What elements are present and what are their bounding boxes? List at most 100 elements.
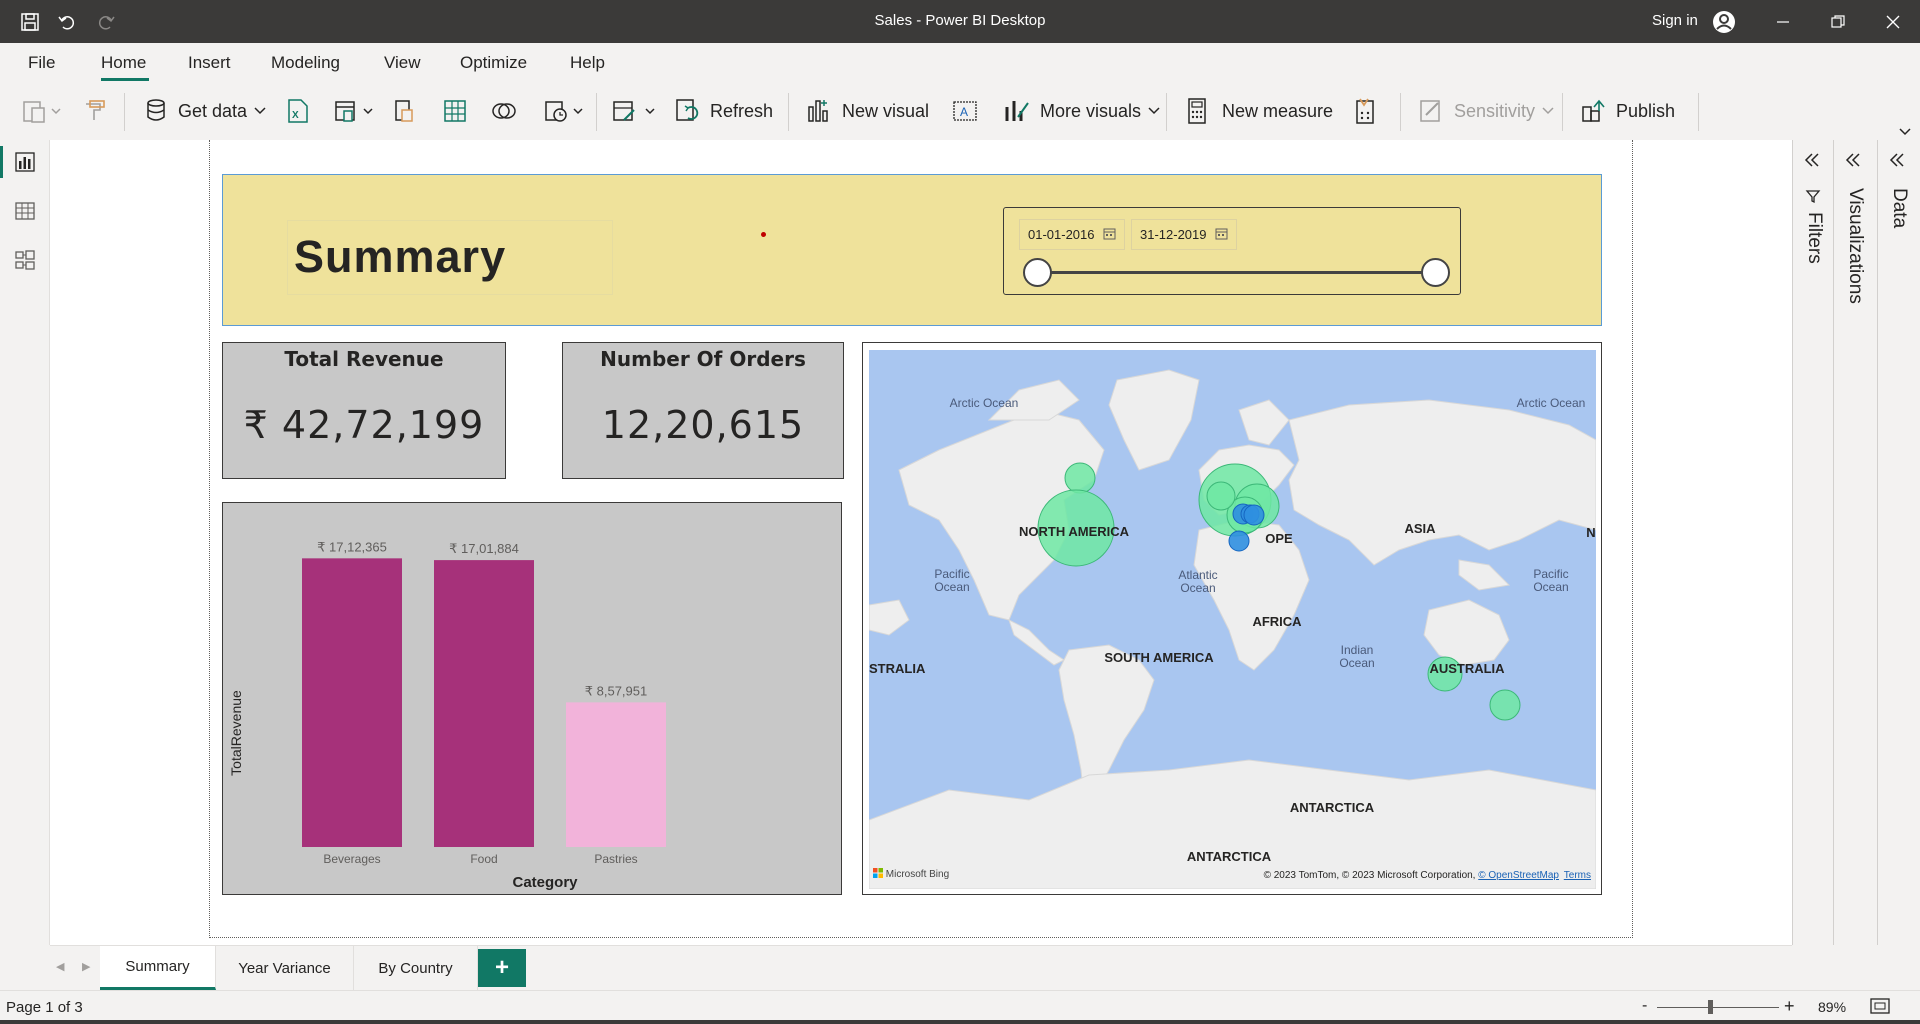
map-label-australia-edge: STRALIA xyxy=(869,661,926,676)
date-range-slicer[interactable]: 01-01-2016 31-12-2019 xyxy=(1003,207,1461,295)
dataverse-icon[interactable] xyxy=(392,96,418,126)
orders-card[interactable]: Number Of Orders 12,20,615 xyxy=(562,342,844,479)
terms-link[interactable]: Terms xyxy=(1564,870,1591,881)
active-menu-underline xyxy=(101,78,149,81)
card-title: Total Revenue xyxy=(284,347,444,371)
menu-insert[interactable]: Insert xyxy=(188,53,231,73)
filter-icon xyxy=(1805,188,1821,209)
minimize-button[interactable] xyxy=(1763,8,1803,36)
new-measure-button[interactable]: New measure xyxy=(1186,96,1333,126)
x-axis-title: Category xyxy=(512,874,578,891)
osm-link[interactable]: © OpenStreetMap xyxy=(1478,870,1559,881)
total-revenue-card[interactable]: Total Revenue ₹ 42,72,199 xyxy=(222,342,506,479)
x-tick-label: Food xyxy=(470,852,497,866)
expand-data-icon[interactable] xyxy=(1888,152,1906,173)
country-map-visual[interactable]: Arctic Ocean Arctic Ocean NORTH AMERICA … xyxy=(862,342,1602,895)
menu-file[interactable]: File xyxy=(28,53,55,73)
map-label-edge: N xyxy=(1586,525,1596,540)
restore-button[interactable] xyxy=(1818,8,1858,36)
add-page-button[interactable]: + xyxy=(478,949,526,987)
slider-end-handle[interactable] xyxy=(1421,258,1450,287)
map-label-australia: AUSTRALIA xyxy=(1429,661,1505,676)
map-label-south-america: SOUTH AMERICA xyxy=(1104,650,1214,665)
title-textbox[interactable]: Summary xyxy=(287,220,613,295)
new-measure-label: New measure xyxy=(1222,100,1334,121)
account-icon[interactable] xyxy=(1712,10,1736,34)
more-visuals-button[interactable]: More visuals xyxy=(1004,96,1161,126)
recent-sources-icon[interactable] xyxy=(490,96,518,126)
new-visual-button[interactable]: New visual xyxy=(806,96,929,126)
window-title: Sales - Power BI Desktop xyxy=(874,12,1046,29)
page-tab-by-country[interactable]: By Country xyxy=(354,946,478,990)
model-view-icon[interactable] xyxy=(11,246,39,274)
page-title: Summary xyxy=(294,231,507,282)
data-pane[interactable]: Data xyxy=(1877,140,1920,945)
table-view-icon[interactable] xyxy=(11,197,39,225)
menu-help[interactable]: Help xyxy=(570,53,605,73)
zoom-slider-thumb[interactable] xyxy=(1708,1000,1713,1014)
start-date-field[interactable]: 01-01-2016 xyxy=(1019,219,1125,250)
dataflow-icon[interactable] xyxy=(334,96,378,126)
ribbon-separator xyxy=(1166,93,1167,131)
menu-view[interactable]: View xyxy=(384,53,421,73)
map-bubble[interactable] xyxy=(1064,462,1096,494)
calendar-icon[interactable] xyxy=(1215,227,1228,243)
map-label-antarctica-lower: ANTARCTICA xyxy=(1186,849,1272,864)
map-bubble[interactable] xyxy=(1489,689,1521,721)
header-banner: Summary 01-01-2016 31-12-2019 xyxy=(222,174,1602,326)
sensitivity-button[interactable]: Sensitivity xyxy=(1418,96,1555,126)
page-tab-summary[interactable]: Summary xyxy=(100,946,216,990)
bing-logo: Microsoft Bing xyxy=(873,868,949,881)
map-label-atlantic: Atlantic Ocean xyxy=(1178,568,1218,595)
map-label-pacific-left: Pacific Ocean xyxy=(934,567,970,594)
fit-to-page-icon[interactable] xyxy=(1870,998,1890,1019)
bar-pastries[interactable] xyxy=(566,702,666,847)
menu-home[interactable]: Home xyxy=(101,53,146,73)
visualizations-pane[interactable]: Visualizations xyxy=(1833,140,1877,945)
query-edit-icon[interactable] xyxy=(612,96,660,126)
expand-visualizations-icon[interactable] xyxy=(1844,152,1862,173)
get-data-label: Get data xyxy=(178,100,248,121)
filters-pane[interactable]: Filters xyxy=(1792,140,1833,945)
map-bubble-blue[interactable] xyxy=(1243,504,1265,526)
quick-measure-icon[interactable] xyxy=(1354,96,1378,126)
text-box-icon[interactable]: A xyxy=(952,96,978,126)
map-canvas[interactable]: Arctic Ocean Arctic Ocean NORTH AMERICA … xyxy=(869,350,1596,889)
page-tab-year-variance[interactable]: Year Variance xyxy=(216,946,354,990)
menu-optimize[interactable]: Optimize xyxy=(460,53,527,73)
menu-modeling[interactable]: Modeling xyxy=(271,53,340,73)
x-tick-label: Pastries xyxy=(594,852,637,866)
revenue-by-category-chart[interactable]: ₹ 17,12,365 Beverages ₹ 17,01,884 Food ₹ 8,5… xyxy=(222,502,842,895)
calendar-icon[interactable] xyxy=(1103,227,1116,243)
svg-text:X: X xyxy=(292,110,299,121)
excel-icon[interactable]: X xyxy=(286,96,310,126)
refresh-button[interactable]: Refresh xyxy=(674,96,773,126)
enter-data-icon[interactable] xyxy=(442,96,468,126)
tab-scroll-left-icon[interactable]: ◀ xyxy=(56,960,64,973)
bar-beverages[interactable] xyxy=(302,558,402,847)
ribbon: Get data X Refresh New visual A More vis… xyxy=(0,83,1920,140)
get-data-button[interactable]: Get data xyxy=(144,96,267,126)
date-slider-track[interactable] xyxy=(1038,271,1433,274)
report-view-icon[interactable] xyxy=(11,148,39,176)
end-date-field[interactable]: 31-12-2019 xyxy=(1131,219,1237,250)
ribbon-separator xyxy=(1562,93,1563,131)
paste-icon[interactable] xyxy=(22,96,66,126)
map-bubble-blue[interactable] xyxy=(1228,530,1250,552)
svg-text:A: A xyxy=(960,105,968,119)
close-button[interactable] xyxy=(1873,8,1913,36)
bar-food[interactable] xyxy=(434,560,534,847)
zoom-out-button[interactable]: - xyxy=(1642,997,1647,1015)
tab-scroll-right-icon[interactable]: ▶ xyxy=(82,960,90,973)
map-bubble[interactable] xyxy=(1206,481,1236,511)
world-map-svg xyxy=(869,369,1596,889)
sign-in-link[interactable]: Sign in xyxy=(1652,12,1698,29)
zoom-slider-track[interactable] xyxy=(1657,1007,1779,1008)
publish-button[interactable]: Publish xyxy=(1580,96,1675,126)
slider-start-handle[interactable] xyxy=(1023,258,1052,287)
zoom-in-button[interactable]: + xyxy=(1784,996,1795,1017)
bar-data-label: ₹ 17,01,884 xyxy=(449,541,519,556)
transform-data-icon[interactable] xyxy=(544,96,588,126)
format-painter-icon[interactable] xyxy=(82,96,108,126)
expand-filters-icon[interactable] xyxy=(1803,152,1821,173)
